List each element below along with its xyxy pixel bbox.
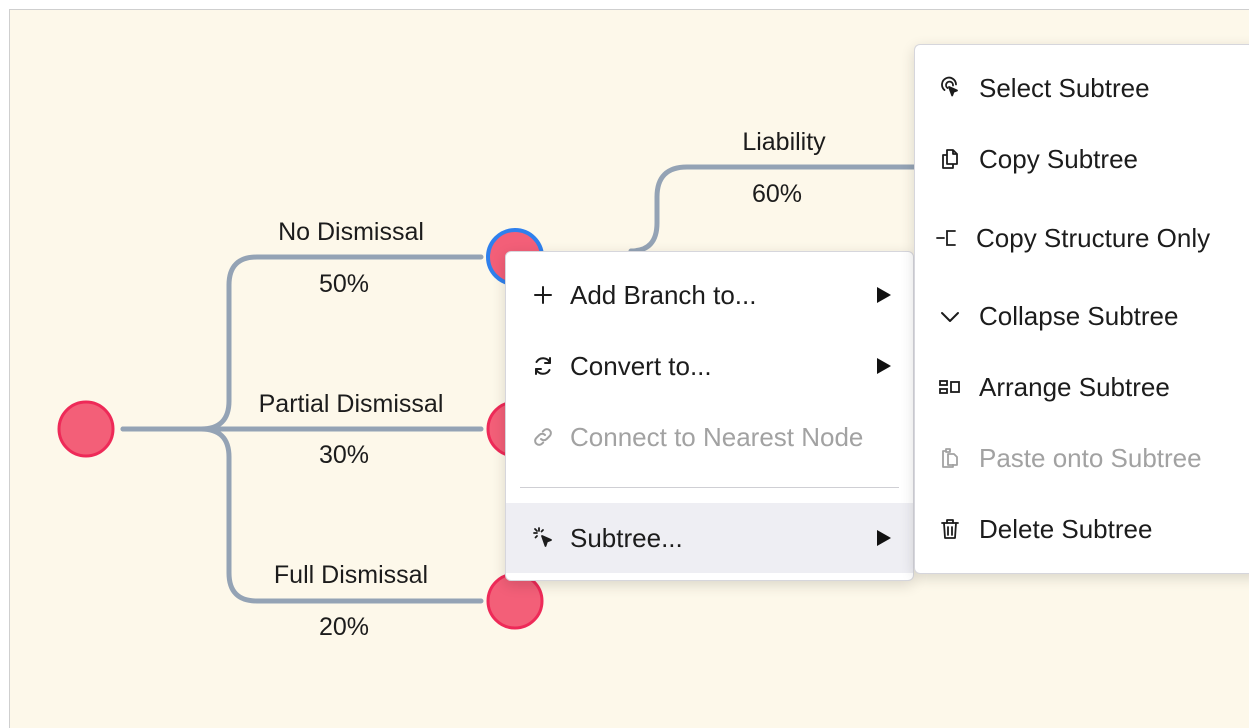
branch-name-liability[interactable]: Liability xyxy=(742,128,825,157)
menu-item-label: Subtree... xyxy=(570,522,683,553)
menu-item-subtree[interactable]: Subtree... xyxy=(506,503,913,573)
submenu-arrow-icon xyxy=(877,287,891,303)
menu-item-label: Copy Structure Only xyxy=(976,222,1211,253)
branch-prob-no-dismissal[interactable]: 50% xyxy=(319,270,369,299)
menu-item-label: Add Branch to... xyxy=(570,279,757,310)
menu-item-arrange-subtree[interactable]: Arrange Subtree xyxy=(915,357,1249,417)
refresh-icon xyxy=(530,353,556,379)
paste-icon xyxy=(937,445,963,471)
menu-item-paste-subtree[interactable]: Paste onto Subtree xyxy=(915,428,1249,488)
menu-item-label: Collapse Subtree xyxy=(979,300,1179,331)
menu-item-label: Arrange Subtree xyxy=(979,371,1170,402)
menu-item-add-branch[interactable]: Add Branch to... xyxy=(506,265,913,325)
menu-item-convert[interactable]: Convert to... xyxy=(506,336,913,396)
branch-name-partial-dismissal[interactable]: Partial Dismissal xyxy=(259,390,444,419)
menu-item-copy-subtree[interactable]: Copy Subtree xyxy=(915,129,1249,189)
root-chance-node[interactable] xyxy=(57,400,115,458)
submenu-arrow-icon xyxy=(877,530,891,546)
chance-node-full[interactable] xyxy=(486,572,544,630)
submenu-arrow-icon xyxy=(877,358,891,374)
branch-prob-full-dismissal[interactable]: 20% xyxy=(319,613,369,642)
menu-item-delete-subtree[interactable]: Delete Subtree xyxy=(915,499,1249,559)
branch-name-no-dismissal[interactable]: No Dismissal xyxy=(278,218,424,247)
menu-item-select-subtree[interactable]: Select Subtree xyxy=(915,58,1249,118)
cursor-click-icon xyxy=(530,525,556,551)
structure-icon xyxy=(934,225,960,251)
pointer-select-icon xyxy=(937,75,963,101)
menu-item-copy-structure[interactable]: Copy Structure Only xyxy=(915,208,1249,268)
menu-item-label: Paste onto Subtree xyxy=(979,442,1202,473)
trash-icon xyxy=(937,516,963,542)
branch-prob-liability[interactable]: 60% xyxy=(752,180,802,209)
link-icon xyxy=(530,424,556,450)
menu-item-label: Select Subtree xyxy=(979,72,1150,103)
menu-item-label: Convert to... xyxy=(570,350,712,381)
menu-separator xyxy=(520,487,899,488)
chevron-down-icon xyxy=(937,303,963,329)
menu-item-connect-nearest[interactable]: Connect to Nearest Node xyxy=(506,407,913,467)
arrange-icon xyxy=(937,374,963,400)
plus-icon xyxy=(530,282,556,308)
menu-item-label: Delete Subtree xyxy=(979,513,1153,544)
branch-prob-partial-dismissal[interactable]: 30% xyxy=(319,441,369,470)
node-context-menu: Add Branch to... Convert to... Connect t… xyxy=(505,251,914,581)
menu-item-label: Connect to Nearest Node xyxy=(570,421,864,452)
subtree-submenu: Select Subtree Copy Subtree Copy Structu… xyxy=(914,44,1249,574)
copy-icon xyxy=(937,146,963,172)
branch-name-full-dismissal[interactable]: Full Dismissal xyxy=(274,561,428,590)
menu-item-collapse-subtree[interactable]: Collapse Subtree xyxy=(915,286,1249,346)
menu-item-label: Copy Subtree xyxy=(979,143,1138,174)
